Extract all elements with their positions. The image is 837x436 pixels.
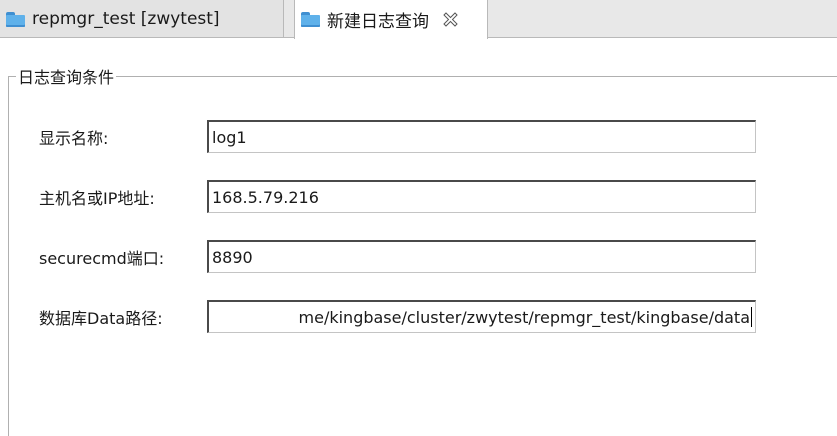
close-tab-icon[interactable]	[443, 12, 458, 27]
port-row: securecmd端口: 8890	[39, 240, 756, 273]
tab-new-log-query[interactable]: 新建日志查询	[294, 0, 488, 39]
tab-label: repmgr_test [zwytest]	[32, 9, 220, 29]
port-label: securecmd端口:	[39, 248, 165, 268]
tab-repmgr-test[interactable]: repmgr_test [zwytest]	[0, 0, 284, 38]
host-ip-field[interactable]: 168.5.79.216	[207, 180, 756, 213]
host-row: 主机名或IP地址: 168.5.79.216	[39, 180, 756, 213]
tab-label: 新建日志查询	[327, 12, 429, 32]
host-label: 主机名或IP地址:	[39, 188, 155, 208]
folder-icon	[6, 11, 25, 27]
data-path-label: 数据库Data路径:	[39, 308, 163, 328]
display-name-label: 显示名称:	[39, 128, 109, 148]
text-cursor	[751, 307, 752, 327]
data-path-field[interactable]: me/kingbase/cluster/zwytest/repmgr_test/…	[207, 300, 756, 333]
securecmd-port-field[interactable]: 8890	[207, 240, 756, 273]
group-title: 日志查询条件	[16, 64, 117, 88]
display-name-field[interactable]: log1	[207, 120, 756, 153]
editor-tab-bar: repmgr_test [zwytest] 新建日志查询	[0, 0, 837, 39]
display-name-row: 显示名称: log1	[39, 120, 756, 153]
folder-icon	[301, 12, 320, 27]
data-path-row: 数据库Data路径: me/kingbase/cluster/zwytest/r…	[39, 300, 756, 333]
